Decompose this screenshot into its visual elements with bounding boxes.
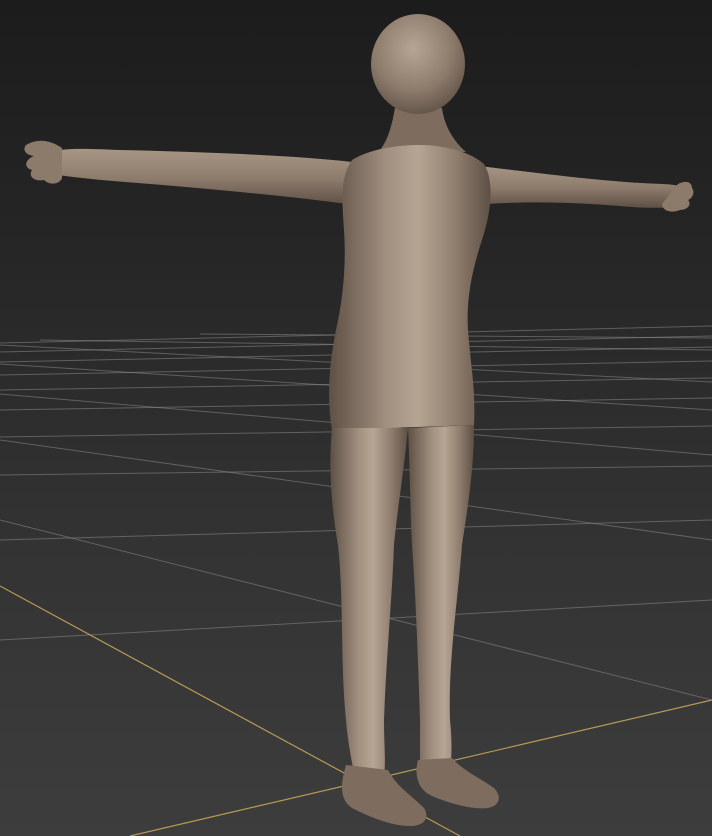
model-head[interactable] [371,14,465,114]
model-left-arm[interactable] [58,148,355,205]
model-left-foot[interactable] [342,765,427,826]
model-left-hand[interactable] [24,140,63,184]
viewport-canvas[interactable] [0,0,712,836]
model-mannequin[interactable] [24,14,694,826]
3d-viewport[interactable] [0,0,712,836]
model-left-leg[interactable] [330,428,408,775]
model-right-leg[interactable] [408,425,474,770]
model-torso[interactable] [329,145,491,430]
model-right-foot[interactable] [416,758,499,809]
model-right-arm[interactable] [470,165,680,208]
